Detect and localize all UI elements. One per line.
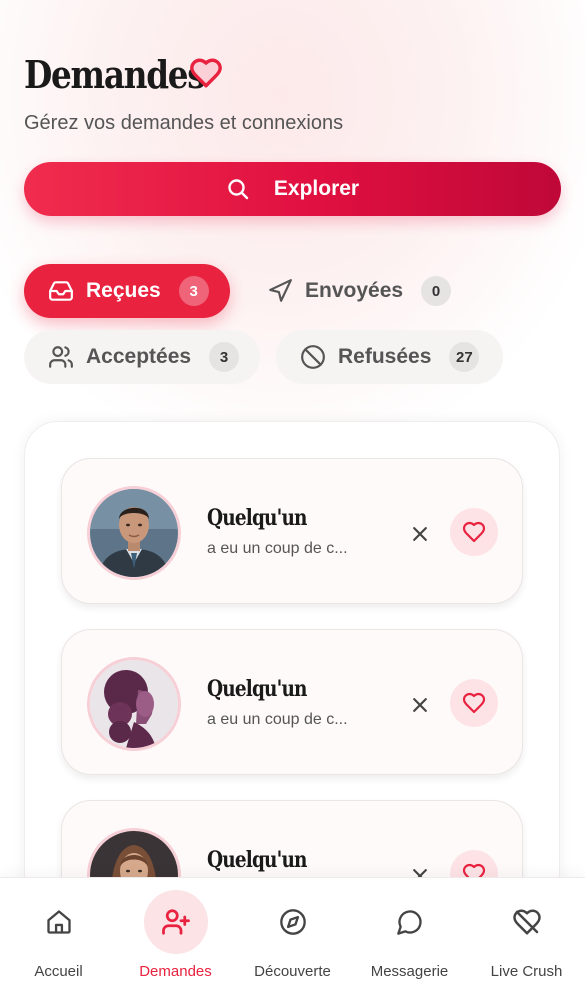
tab-recues-label: Reçues — [86, 279, 161, 302]
nav-item-demandes[interactable]: Demandes — [117, 878, 234, 996]
compass-icon — [279, 909, 306, 935]
tab-envoyees[interactable]: Envoyées 0 — [243, 264, 473, 318]
search-icon — [228, 179, 249, 200]
heart-icon — [462, 521, 486, 543]
close-icon — [413, 698, 427, 712]
tab-recues[interactable]: Reçues 3 — [24, 264, 230, 318]
page-subtitle: Gérez vos demandes et connexions — [24, 112, 344, 134]
send-icon — [269, 279, 292, 302]
heart-crossed-icon — [512, 909, 541, 935]
tab-envoyees-label: Envoyées — [305, 279, 404, 302]
nav-label: Demandes — [139, 963, 212, 980]
like-button[interactable] — [450, 679, 498, 727]
nav-label: Accueil — [34, 963, 83, 980]
nav-label: Messagerie — [370, 963, 449, 980]
tab-refusees[interactable]: Refusées 27 — [276, 330, 503, 384]
request-name: Quelqu'un — [207, 847, 307, 873]
page-title: Demandes — [24, 52, 206, 97]
chat-bubble-icon — [396, 910, 422, 935]
tab-acceptees-count: 3 — [209, 342, 240, 372]
users-icon — [49, 346, 73, 368]
nav-item-messagerie[interactable]: Messagerie — [351, 878, 468, 996]
close-icon — [413, 527, 427, 541]
nav-item-accueil[interactable]: Accueil — [0, 878, 117, 996]
tab-refusees-label: Refusées — [338, 345, 432, 368]
reject-button[interactable] — [405, 519, 435, 549]
avatar[interactable] — [87, 486, 181, 580]
woman-purple-profile-photo — [90, 660, 178, 748]
nav-icon-wrap — [495, 890, 559, 954]
request-message: a eu un coup de c... — [207, 540, 348, 557]
user-plus-icon — [161, 909, 190, 935]
request-card[interactable]: Quelqu'un a eu un coup de c... — [61, 629, 523, 775]
nav-label: Live Crush — [490, 963, 563, 980]
nav-icon-wrap — [261, 890, 325, 954]
like-button[interactable] — [450, 508, 498, 556]
heart-icon — [462, 692, 486, 714]
home-icon — [46, 910, 71, 934]
tab-refusees-count: 27 — [449, 342, 480, 372]
tab-recues-count: 3 — [178, 276, 209, 306]
request-name: Quelqu'un — [207, 505, 307, 531]
request-name: Quelqu'un — [207, 676, 307, 702]
tab-acceptees-label: Acceptées — [86, 345, 192, 368]
nav-icon-wrap — [27, 890, 91, 954]
avatar[interactable] — [87, 657, 181, 751]
inbox-icon — [49, 281, 73, 301]
reject-button[interactable] — [405, 690, 435, 720]
nav-icon-wrap — [378, 890, 442, 954]
man-suit-photo — [90, 489, 178, 577]
nav-item-live-crush[interactable]: Live Crush — [468, 878, 585, 996]
tab-envoyees-count: 0 — [421, 276, 452, 306]
nav-item-decouverte[interactable]: Découverte — [234, 878, 351, 996]
page-title-row: Demandes — [24, 52, 234, 97]
bottom-nav: Accueil Demandes Découverte Messagerie L… — [0, 877, 585, 996]
tab-acceptees[interactable]: Acceptées 3 — [24, 330, 260, 384]
explore-button-label: Explorer — [273, 177, 360, 200]
request-message: a eu un coup de c... — [207, 711, 348, 728]
request-card[interactable]: Quelqu'un a eu un coup de c... — [61, 458, 523, 604]
nav-icon-wrap — [143, 890, 208, 954]
explore-button[interactable]: Explorer — [24, 162, 561, 216]
heart-outline-icon — [190, 58, 222, 88]
nav-label: Découverte — [254, 963, 331, 980]
ban-icon — [301, 345, 325, 369]
